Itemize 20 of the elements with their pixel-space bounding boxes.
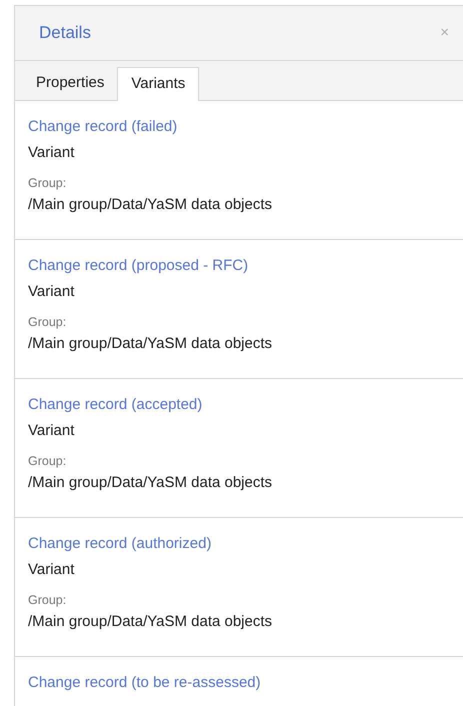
variant-link[interactable]: Change record (proposed - RFC): [28, 256, 248, 276]
variant-type: Variant: [28, 560, 74, 580]
variant-type: Variant: [28, 143, 74, 163]
group-label: Group:: [28, 453, 66, 469]
group-path: /Main group/Data/YaSM data objects: [28, 473, 272, 493]
group-path: /Main group/Data/YaSM data objects: [28, 195, 272, 215]
variant-link[interactable]: Change record (to be re-assessed): [28, 673, 261, 693]
variant-type: Variant: [28, 282, 74, 302]
group-label: Group:: [28, 314, 66, 330]
variant-type: Variant: [28, 421, 74, 441]
variant-link[interactable]: Change record (failed): [28, 117, 178, 137]
tab[interactable]: Variants: [117, 67, 200, 101]
variant-link[interactable]: Change record (accepted): [28, 395, 202, 415]
group-label: Group:: [28, 175, 66, 191]
group-path: /Main group/Data/YaSM data objects: [28, 334, 272, 354]
tab[interactable]: Properties: [23, 66, 118, 100]
group-path: /Main group/Data/YaSM data objects: [28, 612, 272, 632]
variant-link[interactable]: Change record (authorized): [28, 534, 212, 554]
group-label: Group:: [28, 592, 66, 608]
panel-title: Details: [39, 22, 91, 44]
